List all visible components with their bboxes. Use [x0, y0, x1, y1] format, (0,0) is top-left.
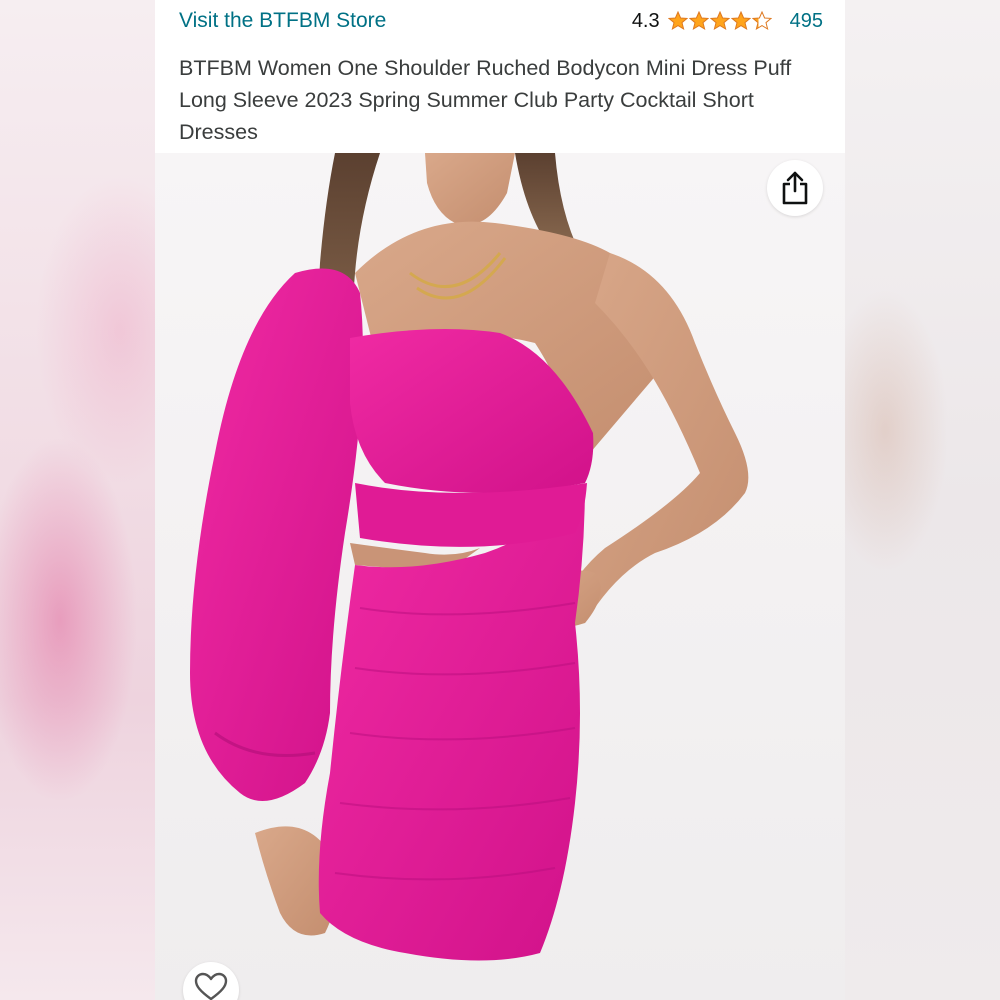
- rating-value: 4.3: [631, 9, 660, 32]
- rating-count[interactable]: 495: [790, 10, 823, 33]
- share-button[interactable]: [767, 160, 823, 216]
- product-title: BTFBM Women One Shoulder Ruched Bodycon …: [179, 56, 792, 144]
- star-icon: [688, 11, 709, 31]
- store-rating-row: Visit the BTFBM Store 4.3 495: [179, 6, 823, 36]
- product-card: Visit the BTFBM Store 4.3 495 BTFBM Wome…: [155, 0, 845, 1000]
- dress-photo-illustration: [155, 153, 845, 1000]
- star-icon: [709, 11, 730, 31]
- product-image[interactable]: [155, 153, 845, 1000]
- blurred-background-left: [0, 0, 155, 1000]
- blurred-background-right: [845, 0, 1000, 1000]
- star-icon: [751, 11, 772, 31]
- share-icon: [782, 171, 808, 205]
- star-rating: [667, 11, 772, 31]
- store-link[interactable]: Visit the BTFBM Store: [179, 9, 386, 33]
- heart-icon: [194, 972, 228, 1000]
- star-icon: [730, 11, 751, 31]
- star-icon: [667, 11, 688, 31]
- rating-summary[interactable]: 4.3 495: [632, 10, 823, 33]
